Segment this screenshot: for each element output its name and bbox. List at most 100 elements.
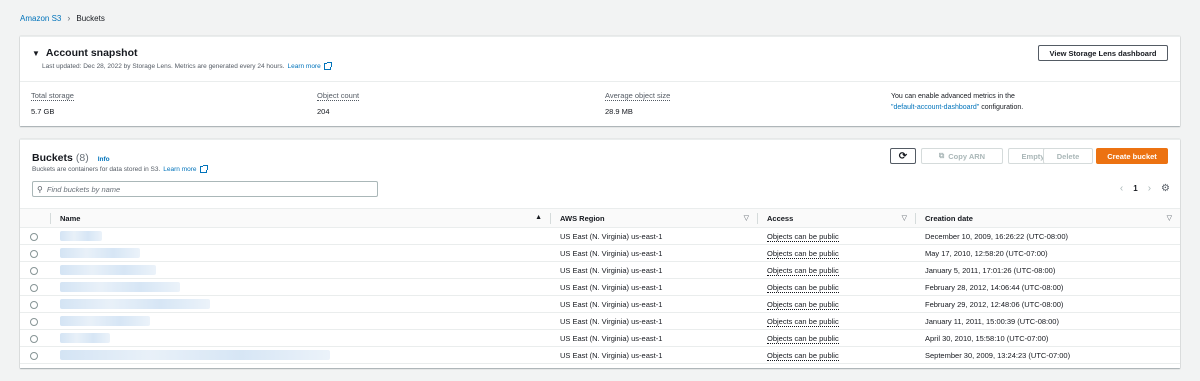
buckets-info-link[interactable]: Info [98, 156, 110, 163]
snapshot-learn-more-link[interactable]: Learn more [287, 63, 320, 70]
view-storage-lens-dashboard-button[interactable]: View Storage Lens dashboard [1038, 45, 1168, 61]
bucket-creation-date: December 10, 2009, 16:26:22 (UTC-08:00) [915, 227, 1180, 245]
column-header-name[interactable]: Name ▲ [50, 208, 550, 228]
sort-up-icon[interactable]: ▲ [535, 214, 542, 221]
account-snapshot-panel: ▼ Account snapshot Last updated: Dec 28,… [20, 36, 1180, 126]
bucket-name-link[interactable] [60, 316, 150, 326]
buckets-description-text: Buckets are containers for data stored i… [32, 166, 161, 173]
table-row[interactable]: US East (N. Virginia) us-east-1 Objects … [20, 329, 1180, 347]
row-select-radio[interactable] [30, 249, 38, 258]
chevron-left-icon[interactable]: ‹ [1120, 183, 1123, 194]
buckets-header: Buckets (8) Info [32, 152, 110, 164]
advanced-metrics-text: You can enable advanced metrics in the [891, 93, 1015, 100]
create-bucket-button[interactable]: Create bucket [1096, 148, 1168, 164]
external-link-icon [199, 165, 208, 173]
buckets-table: Name ▲ AWS Region ▽ Access ▽ Creation date ▽… [20, 208, 1180, 364]
sort-down-icon[interactable]: ▽ [1167, 214, 1172, 222]
search-icon: ⚲ [37, 184, 43, 194]
column-region-label: AWS Region [560, 213, 605, 223]
bucket-name-link[interactable] [60, 265, 156, 275]
account-snapshot-toggle[interactable]: ▼ Account snapshot [32, 47, 138, 59]
bucket-region: US East (N. Virginia) us-east-1 [550, 346, 757, 364]
breadcrumb: Amazon S3 › Buckets [20, 12, 105, 24]
column-separator [757, 213, 758, 224]
breadcrumb-amazon-s3-link[interactable]: Amazon S3 [20, 14, 61, 23]
advanced-metrics-suffix: configuration. [979, 104, 1024, 111]
total-storage-label[interactable]: Total storage [31, 91, 74, 101]
bucket-region: US East (N. Virginia) us-east-1 [550, 295, 757, 313]
row-select-radio[interactable] [30, 334, 38, 343]
bucket-region: US East (N. Virginia) us-east-1 [550, 329, 757, 347]
buckets-count: (8) [75, 152, 89, 164]
bucket-region: US East (N. Virginia) us-east-1 [550, 312, 757, 330]
table-row[interactable]: US East (N. Virginia) us-east-1 Objects … [20, 278, 1180, 296]
bucket-access[interactable]: Objects can be public [767, 265, 839, 276]
column-header-access[interactable]: Access ▽ [757, 208, 915, 228]
bucket-creation-date: September 30, 2009, 13:24:23 (UTC-07:00) [915, 346, 1180, 364]
snapshot-updated-note: Last updated: Dec 28, 2022 by Storage Le… [42, 62, 332, 70]
chevron-right-icon[interactable]: › [1148, 183, 1151, 194]
bucket-region: US East (N. Virginia) us-east-1 [550, 244, 757, 262]
object-count-value: 204 [317, 107, 330, 116]
row-select-radio[interactable] [30, 232, 38, 241]
default-account-dashboard-link[interactable]: "default-account-dashboard" [891, 104, 979, 111]
refresh-icon: ⟳ [898, 150, 908, 162]
refresh-button[interactable]: ⟳ [890, 148, 916, 164]
average-object-size-label[interactable]: Average object size [605, 91, 671, 101]
buckets-panel: Buckets (8) Info Buckets are containers … [20, 139, 1180, 368]
row-select-radio[interactable] [30, 317, 38, 326]
table-row[interactable]: US East (N. Virginia) us-east-1 Objects … [20, 244, 1180, 262]
buckets-learn-more-link[interactable]: Learn more [163, 166, 196, 173]
copy-arn-button[interactable]: ⧉ Copy ARN [921, 148, 1003, 164]
object-count-label[interactable]: Object count [317, 91, 360, 101]
copy-arn-label: Copy ARN [948, 151, 986, 161]
bucket-name-link[interactable] [60, 299, 210, 309]
column-header-creation-date[interactable]: Creation date ▽ [915, 208, 1180, 228]
bucket-access[interactable]: Objects can be public [767, 316, 839, 327]
column-separator [550, 213, 551, 224]
bucket-name-link[interactable] [60, 282, 180, 292]
gear-icon[interactable]: ⚙ [1161, 183, 1170, 194]
bucket-name-link[interactable] [60, 350, 330, 360]
bucket-creation-date: April 30, 2010, 15:58:10 (UTC-07:00) [915, 329, 1180, 347]
advanced-metrics-note: You can enable advanced metrics in the "… [891, 91, 1091, 113]
bucket-access[interactable]: Objects can be public [767, 282, 839, 293]
copy-icon: ⧉ [938, 151, 945, 160]
pagination: ‹ 1 › ⚙ [1120, 183, 1170, 194]
account-snapshot-title: Account snapshot [45, 47, 138, 59]
chevron-right-icon: › [67, 13, 71, 23]
table-row[interactable]: US East (N. Virginia) us-east-1 Objects … [20, 295, 1180, 313]
bucket-access[interactable]: Objects can be public [767, 350, 839, 361]
bucket-name-link[interactable] [60, 231, 102, 241]
row-select-radio[interactable] [30, 283, 38, 292]
total-storage-value: 5.7 GB [31, 107, 55, 116]
page-number[interactable]: 1 [1133, 184, 1137, 193]
external-link-icon [323, 62, 332, 70]
sort-down-icon[interactable]: ▽ [902, 214, 907, 222]
table-row[interactable]: US East (N. Virginia) us-east-1 Objects … [20, 312, 1180, 330]
bucket-name-link[interactable] [60, 248, 140, 258]
table-row[interactable]: US East (N. Virginia) us-east-1 Objects … [20, 261, 1180, 279]
table-header-row: Name ▲ AWS Region ▽ Access ▽ Creation date ▽ [20, 208, 1180, 228]
bucket-access[interactable]: Objects can be public [767, 299, 839, 310]
find-buckets-input[interactable] [46, 184, 367, 194]
bucket-name-link[interactable] [60, 333, 110, 343]
table-row[interactable]: US East (N. Virginia) us-east-1 Objects … [20, 227, 1180, 245]
bucket-access[interactable]: Objects can be public [767, 333, 839, 344]
bucket-creation-date: February 29, 2012, 12:48:06 (UTC-08:00) [915, 295, 1180, 313]
column-separator [50, 213, 51, 224]
bucket-access[interactable]: Objects can be public [767, 231, 839, 242]
average-object-size-value: 28.9 MB [605, 107, 633, 116]
table-row[interactable]: US East (N. Virginia) us-east-1 Objects … [20, 346, 1180, 364]
bucket-access[interactable]: Objects can be public [767, 248, 839, 259]
find-buckets-search[interactable]: ⚲ [32, 181, 378, 197]
column-header-region[interactable]: AWS Region ▽ [550, 208, 757, 228]
snapshot-updated-text: Last updated: Dec 28, 2022 by Storage Le… [42, 63, 285, 70]
row-select-radio[interactable] [30, 266, 38, 275]
column-name-label: Name [60, 213, 81, 223]
row-select-radio[interactable] [30, 351, 38, 360]
delete-button[interactable]: Delete [1043, 148, 1093, 164]
row-select-radio[interactable] [30, 300, 38, 309]
select-column-header [20, 208, 50, 228]
sort-down-icon[interactable]: ▽ [744, 214, 749, 222]
